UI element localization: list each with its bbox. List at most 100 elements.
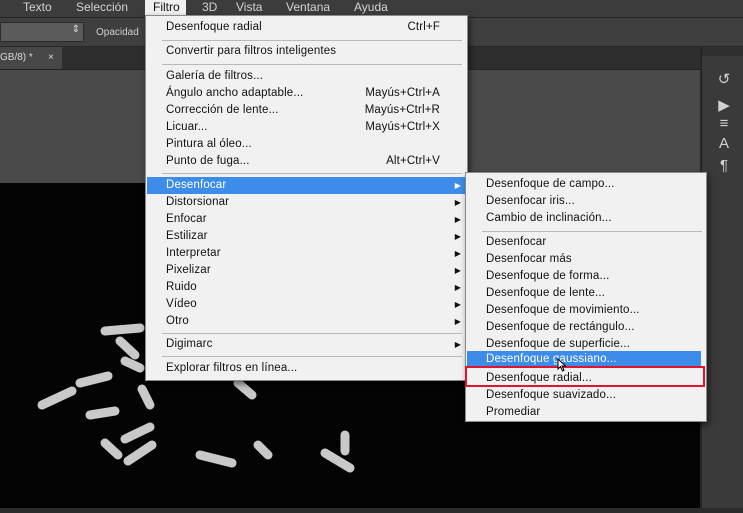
menu-item-label: Explorar filtros en línea...: [166, 362, 298, 374]
submenu-interpretar[interactable]: Interpretar ▶: [166, 245, 466, 262]
submenu-digimarc[interactable]: Digimarc ▶: [166, 336, 466, 353]
document-tab[interactable]: GB/8) * ×: [0, 47, 62, 69]
menu-item-label: Ruido: [166, 281, 197, 293]
menu-item-shortcut: Mayús+Ctrl+R: [364, 104, 440, 116]
separator: [162, 40, 462, 41]
brush-stroke: [100, 323, 145, 336]
filter-menu: Desenfoque radial Ctrl+F Convertir para …: [145, 15, 468, 381]
menu-item-label: Punto de fuga...: [166, 155, 250, 167]
menu-item-label: Digimarc: [166, 338, 213, 350]
character-icon[interactable]: A: [712, 135, 736, 153]
menu-item-label: Corrección de lente...: [166, 104, 279, 116]
submenu-arrow-icon: ▶: [454, 198, 461, 207]
opacity-label: Opacidad: [96, 27, 139, 38]
right-panel-dock: ↺ ▶ ≡ A ¶: [701, 47, 743, 508]
filter-gallery-item[interactable]: Galería de filtros...: [166, 68, 456, 85]
history-icon[interactable]: ↺: [712, 71, 736, 89]
smart-blur-item[interactable]: Desenfoque suavizado...: [486, 387, 616, 404]
close-icon[interactable]: ×: [48, 47, 54, 69]
field-blur-item[interactable]: Desenfoque de campo...: [486, 176, 615, 193]
submenu-otro[interactable]: Otro ▶: [166, 313, 466, 330]
brush-stroke: [37, 386, 77, 410]
menu-item-shortcut: Mayús+Ctrl+X: [365, 121, 440, 133]
menu-item-label: Pintura al óleo...: [166, 138, 252, 150]
separator: [162, 173, 462, 174]
submenu-enfocar[interactable]: Enfocar ▶: [166, 211, 466, 228]
lens-correction-item[interactable]: Corrección de lente... Mayús+Ctrl+R: [166, 102, 456, 119]
menu-item-label: Desenfocar: [166, 179, 227, 191]
convert-smart-filters-label: Convertir para filtros inteligentes: [166, 45, 337, 57]
last-filter-label: Desenfoque radial: [166, 21, 262, 33]
highlight-outline: [465, 366, 705, 387]
brush-stroke: [120, 422, 155, 444]
brush-stroke: [120, 356, 145, 373]
box-blur-item[interactable]: Desenfoque de rectángulo...: [486, 319, 635, 336]
separator: [162, 64, 462, 65]
menu-item-label: Distorsionar: [166, 196, 230, 208]
brush-stroke: [123, 440, 157, 466]
menu-item-label: Estilizar: [166, 230, 208, 242]
submenu-arrow-icon: ▶: [454, 283, 461, 292]
separator: [482, 231, 702, 232]
shape-blur-item[interactable]: Desenfoque de forma...: [486, 268, 609, 285]
vanishing-point-item[interactable]: Punto de fuga... Alt+Ctrl+V: [166, 153, 456, 170]
brush-stroke: [233, 378, 257, 400]
tilt-shift-item[interactable]: Cambio de inclinación...: [486, 210, 612, 227]
brush-stroke: [115, 336, 140, 360]
motion-blur-item[interactable]: Desenfoque de movimiento...: [486, 302, 640, 319]
menu-item-label: Galería de filtros...: [166, 70, 264, 82]
blend-mode-select[interactable]: ⇕: [0, 22, 84, 42]
menu-item-label: Otro: [166, 315, 189, 327]
document-tab-label: GB/8) *: [0, 52, 33, 63]
menu-seleccion[interactable]: Selección: [76, 0, 128, 17]
average-item[interactable]: Promediar: [486, 404, 540, 421]
iris-blur-item[interactable]: Desenfocar iris...: [486, 193, 575, 210]
updown-arrows-icon: ⇕: [71, 24, 80, 35]
panel-header: [702, 47, 743, 56]
submenu-arrow-icon: ▶: [454, 266, 461, 275]
menu-item-label: Licuar...: [166, 121, 208, 133]
separator: [162, 356, 462, 357]
convert-smart-filters-item[interactable]: Convertir para filtros inteligentes: [166, 43, 456, 60]
brush-stroke: [75, 371, 113, 388]
lens-blur-item[interactable]: Desenfoque de lente...: [486, 285, 605, 302]
submenu-video[interactable]: Vídeo ▶: [166, 296, 466, 313]
oil-paint-item[interactable]: Pintura al óleo...: [166, 136, 456, 153]
submenu-arrow-icon: ▶: [454, 340, 461, 349]
menu-item-label: Ángulo ancho adaptable...: [166, 87, 304, 99]
menu-item-label: Vídeo: [166, 298, 197, 310]
submenu-arrow-icon: ▶: [454, 300, 461, 309]
submenu-desenfocar[interactable]: Desenfocar ▶: [147, 177, 466, 194]
browse-filters-online-item[interactable]: Explorar filtros en línea...: [166, 360, 456, 377]
brush-stroke: [100, 438, 123, 460]
submenu-arrow-icon: ▶: [454, 181, 461, 190]
menu-item-label: Interpretar: [166, 247, 221, 259]
submenu-ruido[interactable]: Ruido ▶: [166, 279, 466, 296]
menu-texto[interactable]: Texto: [23, 0, 52, 17]
submenu-arrow-icon: ▶: [454, 249, 461, 258]
submenu-distorsionar[interactable]: Distorsionar ▶: [166, 194, 466, 211]
mouse-cursor-icon: [557, 358, 567, 372]
brush-stroke: [85, 406, 120, 420]
submenu-estilizar[interactable]: Estilizar ▶: [166, 228, 466, 245]
liquify-item[interactable]: Licuar... Mayús+Ctrl+X: [166, 119, 456, 136]
menu-item-shortcut: Alt+Ctrl+V: [386, 155, 440, 167]
submenu-pixelizar[interactable]: Pixelizar ▶: [166, 262, 466, 279]
blur-item[interactable]: Desenfocar: [486, 234, 546, 251]
menu-item-label: Enfocar: [166, 213, 207, 225]
paragraph-icon[interactable]: ¶: [712, 157, 736, 175]
last-filter-shortcut: Ctrl+F: [407, 21, 440, 33]
play-action-icon[interactable]: ▶: [712, 97, 736, 115]
blur-more-item[interactable]: Desenfocar más: [486, 251, 572, 268]
brush-stroke: [137, 384, 155, 410]
actions-icon[interactable]: ≡: [712, 115, 736, 133]
separator: [162, 333, 462, 334]
submenu-arrow-icon: ▶: [454, 215, 461, 224]
last-filter-item[interactable]: Desenfoque radial Ctrl+F: [166, 19, 456, 36]
adaptive-wide-angle-item[interactable]: Ángulo ancho adaptable... Mayús+Ctrl+A: [166, 85, 456, 102]
submenu-arrow-icon: ▶: [454, 317, 461, 326]
brush-stroke: [253, 440, 273, 460]
submenu-arrow-icon: ▶: [454, 232, 461, 241]
menu-item-shortcut: Mayús+Ctrl+A: [365, 87, 440, 99]
menu-item-label: Pixelizar: [166, 264, 211, 276]
